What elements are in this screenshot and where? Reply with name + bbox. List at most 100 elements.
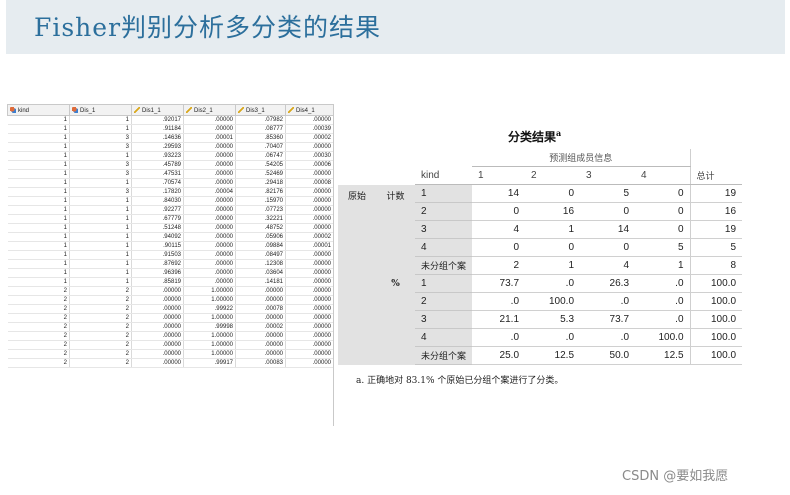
grid-cell[interactable]: 2 [7,295,70,305]
grid-cell[interactable]: 1.00000 [183,295,236,305]
grid-cell[interactable]: .09884 [235,241,286,251]
grid-cell[interactable]: 1 [7,214,70,224]
grid-cell[interactable]: 1 [7,169,70,179]
grid-cell[interactable]: 2 [69,349,132,359]
grid-cell[interactable]: .00000 [285,268,333,278]
grid-cell[interactable]: 3 [69,187,132,197]
grid-cell[interactable]: .00000 [285,259,333,269]
grid-cell[interactable]: 1 [7,250,70,260]
grid-cell[interactable]: 1 [7,133,70,143]
grid-cell[interactable]: .00000 [285,142,333,152]
grid-cell[interactable]: 1.00000 [183,340,236,350]
grid-cell[interactable]: .67779 [131,214,184,224]
grid-cell[interactable]: 3 [69,169,132,179]
grid-cell[interactable]: .08497 [235,250,286,260]
grid-cell[interactable]: .00000 [183,124,236,134]
grid-cell[interactable]: 1.00000 [183,313,236,323]
grid-cell[interactable]: .00008 [285,178,333,188]
grid-cell[interactable]: 1 [69,196,132,206]
grid-cell[interactable]: .14636 [131,133,184,143]
grid-cell[interactable]: .00000 [285,196,333,206]
grid-cell[interactable]: 1 [69,268,132,278]
grid-cell[interactable]: .05906 [235,232,286,242]
grid-cell[interactable]: 2 [69,313,132,323]
grid-cell[interactable]: .00000 [183,241,236,251]
grid-cell[interactable]: .00002 [235,322,286,332]
grid-cell[interactable]: .91184 [131,124,184,134]
column-header-kind[interactable]: kind [7,104,70,116]
grid-cell[interactable]: .08777 [235,124,286,134]
grid-cell[interactable]: 1 [69,151,132,161]
grid-cell[interactable]: .00000 [183,250,236,260]
grid-cell[interactable]: 1 [69,232,132,242]
grid-cell[interactable]: .00078 [235,304,286,314]
grid-cell[interactable]: .47531 [131,169,184,179]
grid-cell[interactable]: .12308 [235,259,286,269]
grid-cell[interactable]: 1 [7,115,70,125]
grid-cell[interactable]: .00039 [285,124,333,134]
grid-cell[interactable]: .91503 [131,250,184,260]
grid-cell[interactable]: 1 [69,124,132,134]
grid-cell[interactable]: 2 [69,295,132,305]
grid-cell[interactable]: .00000 [131,349,184,359]
grid-cell[interactable]: .00000 [285,295,333,305]
grid-cell[interactable]: .07723 [235,205,286,215]
grid-cell[interactable]: 1 [69,241,132,251]
grid-cell[interactable]: 3 [69,133,132,143]
grid-cell[interactable]: .07982 [235,115,286,125]
grid-cell[interactable]: .00030 [285,151,333,161]
grid-cell[interactable]: .85819 [131,277,184,287]
grid-cell[interactable]: .52469 [235,169,286,179]
column-header-dis-1[interactable]: Dis_1 [69,104,132,116]
grid-cell[interactable]: 1 [7,241,70,251]
grid-cell[interactable]: 1 [7,277,70,287]
grid-cell[interactable]: .00000 [285,340,333,350]
grid-cell[interactable]: .00000 [183,205,236,215]
grid-cell[interactable]: 1 [7,232,70,242]
grid-cell[interactable]: .70574 [131,178,184,188]
grid-cell[interactable]: .06747 [235,151,286,161]
grid-cell[interactable]: .00006 [285,160,333,170]
grid-cell[interactable]: .00000 [131,331,184,341]
grid-cell[interactable]: .00001 [285,241,333,251]
grid-cell[interactable]: .00002 [285,232,333,242]
grid-cell[interactable]: .00000 [131,313,184,323]
grid-cell[interactable]: 1 [7,187,70,197]
grid-cell[interactable]: .00000 [183,196,236,206]
grid-cell[interactable]: 2 [69,340,132,350]
grid-cell[interactable]: .32221 [235,214,286,224]
grid-cell[interactable]: 1.00000 [183,349,236,359]
grid-cell[interactable]: 1 [69,250,132,260]
column-header-dis2-1[interactable]: Dis2_1 [183,104,236,116]
grid-cell[interactable]: .00000 [183,115,236,125]
grid-cell[interactable]: 1 [7,223,70,233]
grid-cell[interactable]: .00000 [285,313,333,323]
grid-cell[interactable]: .00000 [285,187,333,197]
column-header-dis3-1[interactable]: Dis3_1 [235,104,286,116]
grid-cell[interactable]: .00000 [235,349,286,359]
grid-cell[interactable]: .03604 [235,268,286,278]
grid-cell[interactable]: 1 [7,151,70,161]
grid-cell[interactable]: .00000 [285,115,333,125]
grid-cell[interactable]: .00000 [285,169,333,179]
grid-cell[interactable]: .00000 [285,286,333,296]
grid-cell[interactable]: .00000 [285,304,333,314]
grid-cell[interactable]: 2 [7,304,70,314]
grid-cell[interactable]: 1 [7,160,70,170]
grid-cell[interactable]: .96396 [131,268,184,278]
grid-cell[interactable]: .29593 [131,142,184,152]
grid-cell[interactable]: 2 [7,331,70,341]
grid-cell[interactable]: .00000 [183,169,236,179]
grid-cell[interactable]: .14181 [235,277,286,287]
grid-cell[interactable]: .00083 [235,358,286,368]
grid-cell[interactable]: .00000 [131,295,184,305]
grid-cell[interactable]: 1.00000 [183,286,236,296]
grid-cell[interactable]: .00000 [183,232,236,242]
grid-cell[interactable]: .00000 [285,214,333,224]
grid-cell[interactable]: 2 [7,358,70,368]
grid-cell[interactable]: 1 [7,205,70,215]
column-header-dis1-1[interactable]: Dis1_1 [131,104,184,116]
grid-cell[interactable]: .00002 [285,133,333,143]
grid-cell[interactable]: 2 [7,349,70,359]
grid-cell[interactable]: 1.00000 [183,331,236,341]
